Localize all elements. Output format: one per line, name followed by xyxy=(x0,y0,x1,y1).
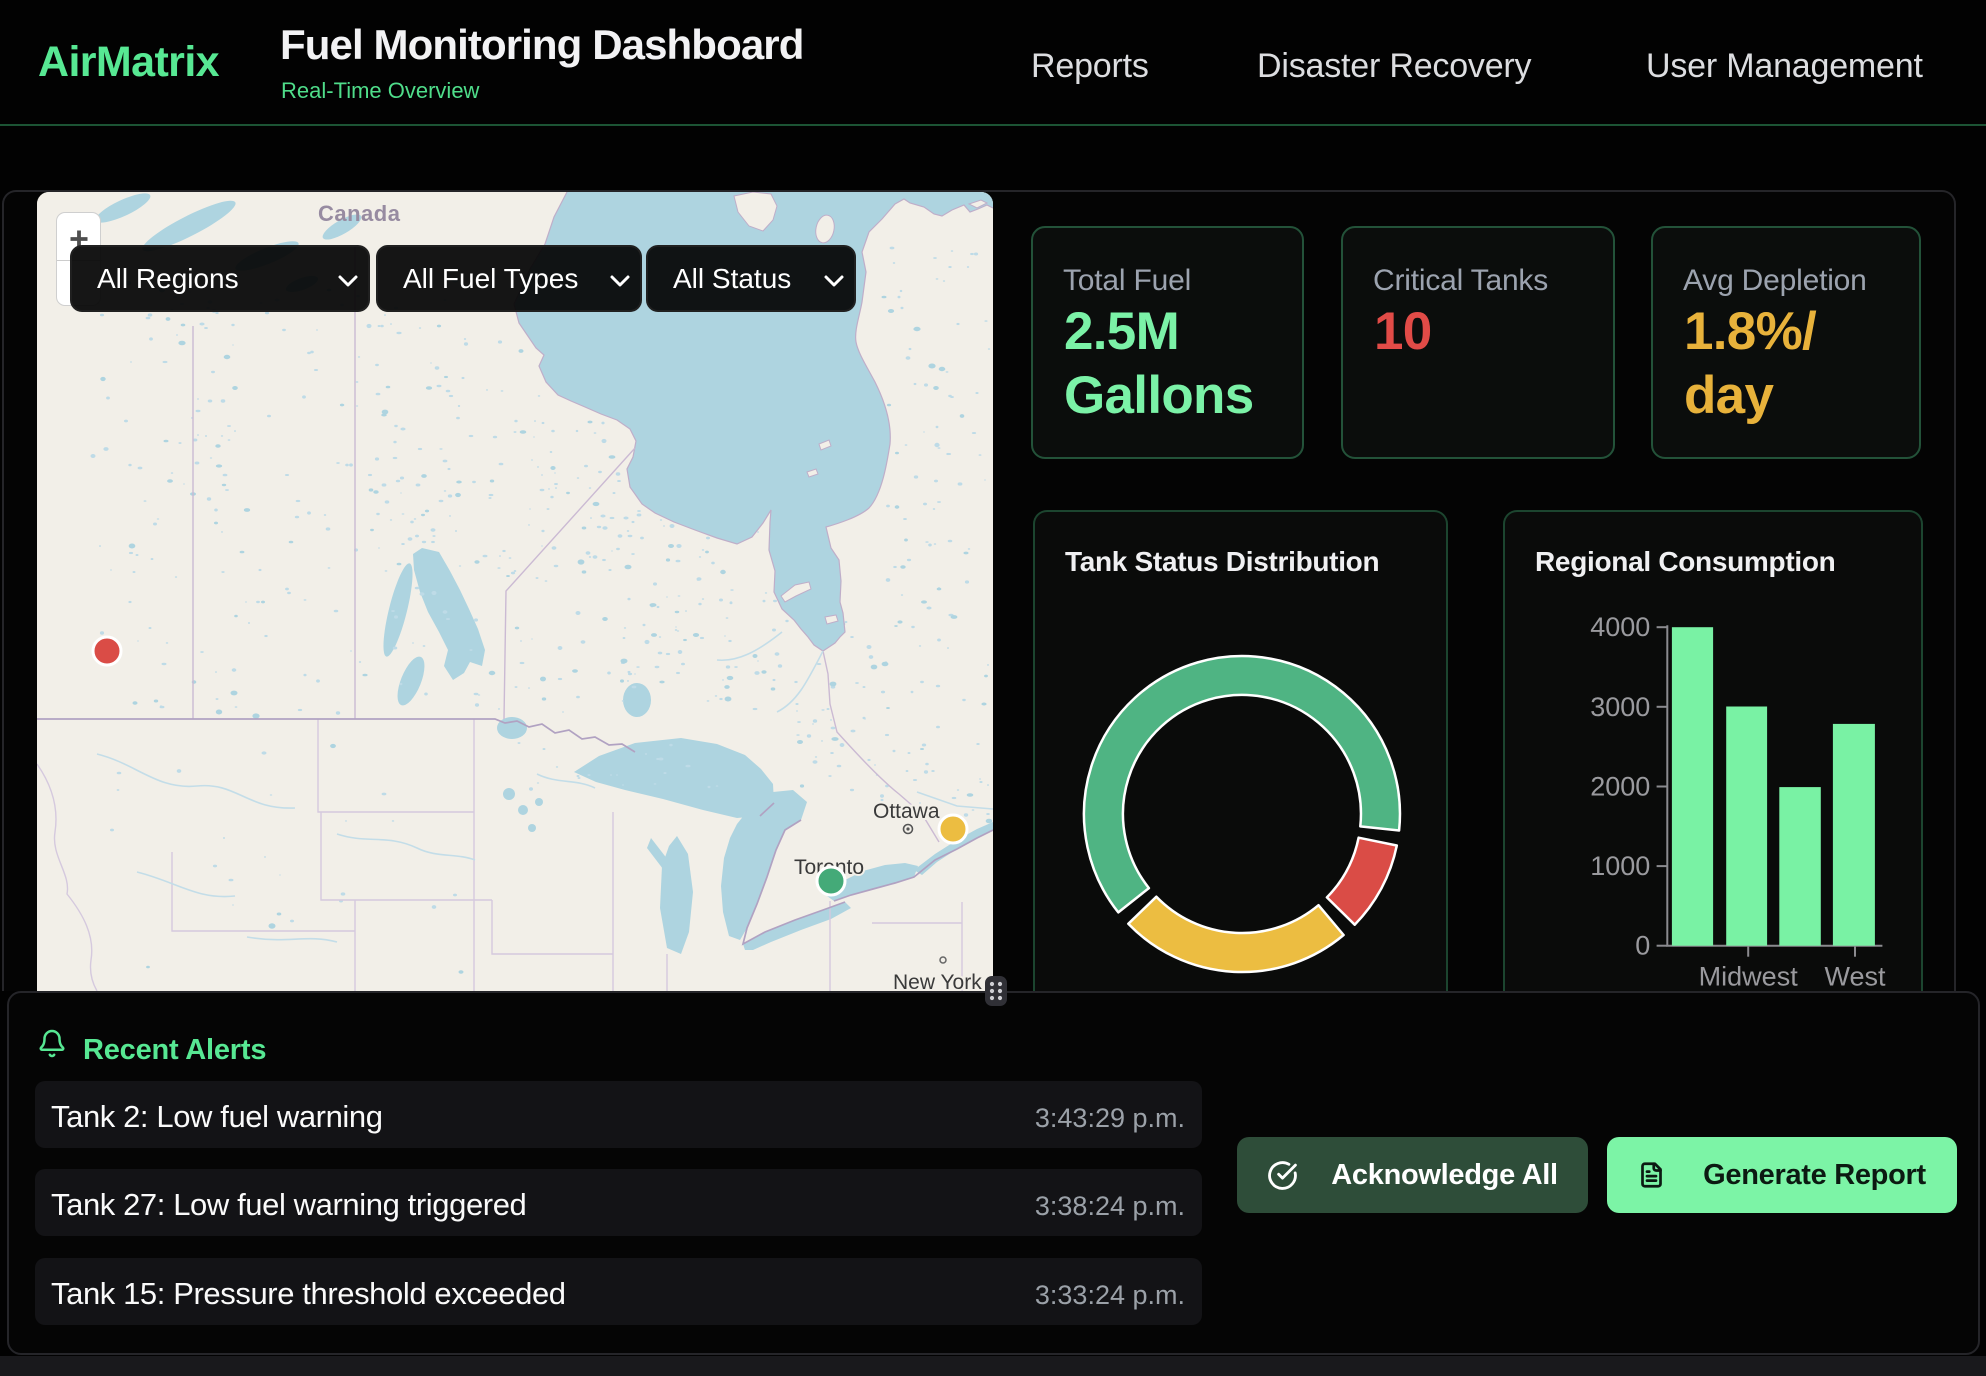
svg-text:4000: 4000 xyxy=(1590,612,1650,642)
svg-text:New York: New York xyxy=(893,971,982,991)
svg-text:Midwest: Midwest xyxy=(1699,962,1799,991)
svg-text:2000: 2000 xyxy=(1590,772,1650,802)
svg-text:3000: 3000 xyxy=(1590,692,1650,722)
svg-text:1000: 1000 xyxy=(1590,851,1650,881)
svg-text:0: 0 xyxy=(1635,931,1650,961)
svg-text:Ottawa: Ottawa xyxy=(873,800,940,823)
svg-text:West: West xyxy=(1824,962,1886,991)
svg-text:Canada: Canada xyxy=(318,201,401,226)
